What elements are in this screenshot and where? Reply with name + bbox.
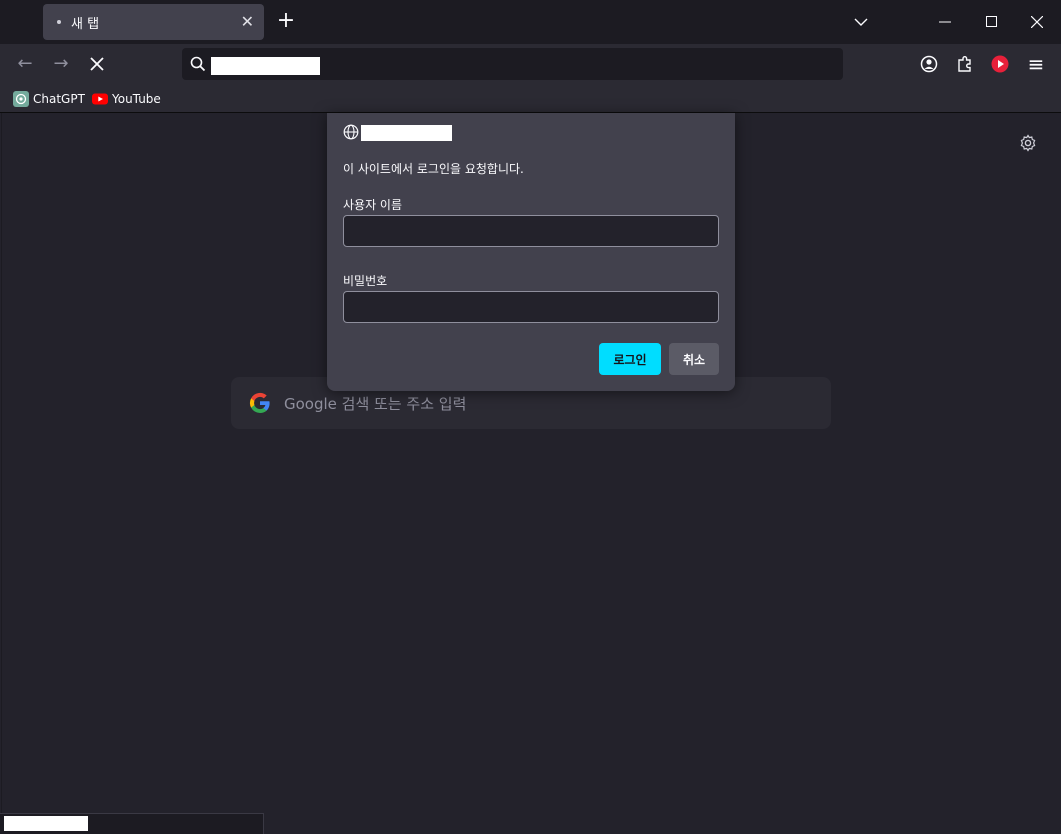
puzzle-icon xyxy=(958,56,971,72)
bookmark-youtube[interactable]: YouTube xyxy=(92,90,161,108)
app-menu-button[interactable]: ≡ xyxy=(1024,52,1048,76)
google-logo-icon xyxy=(249,392,270,414)
extensions-button[interactable] xyxy=(955,54,975,74)
url-text-redacted xyxy=(211,57,320,75)
list-all-tabs-button[interactable] xyxy=(851,12,871,32)
close-icon xyxy=(1030,15,1044,29)
status-text-redacted xyxy=(4,816,88,831)
back-button[interactable]: ← xyxy=(13,52,37,76)
globe-icon xyxy=(343,124,359,140)
tab-title: 새 탭 xyxy=(71,16,100,32)
minimize-icon xyxy=(939,21,951,23)
chatgpt-icon xyxy=(13,91,29,107)
bookmark-label: ChatGPT xyxy=(33,92,85,106)
bookmark-label: YouTube xyxy=(112,92,161,106)
stop-icon xyxy=(90,57,104,71)
dialog-host-redacted xyxy=(361,125,452,141)
dialog-message: 이 사이트에서 로그인을 요청합니다. xyxy=(343,162,524,176)
newtab-settings-button[interactable] xyxy=(1019,134,1039,154)
window-close-button[interactable] xyxy=(1027,12,1047,32)
new-tab-button[interactable]: + xyxy=(276,10,296,34)
search-placeholder: Google 검색 또는 주소 입력 xyxy=(284,394,467,413)
stop-button[interactable] xyxy=(85,52,109,76)
play-extension-icon xyxy=(991,55,1009,73)
extension-player-button[interactable] xyxy=(990,54,1010,74)
password-input[interactable] xyxy=(343,291,719,323)
username-label: 사용자 이름 xyxy=(343,198,403,212)
password-label: 비밀번호 xyxy=(343,274,388,288)
account-icon xyxy=(920,55,938,73)
maximize-icon xyxy=(985,16,997,27)
gear-icon xyxy=(1020,134,1036,152)
login-button[interactable]: 로그인 xyxy=(599,343,661,375)
bookmark-chatgpt[interactable]: ChatGPT xyxy=(13,90,85,108)
username-input[interactable] xyxy=(343,215,719,247)
cancel-button[interactable]: 취소 xyxy=(669,343,719,375)
account-button[interactable] xyxy=(919,54,939,74)
youtube-icon xyxy=(92,93,108,105)
tab-close-icon[interactable]: ✕ xyxy=(241,13,254,31)
forward-button[interactable]: → xyxy=(49,52,73,76)
search-icon xyxy=(190,56,206,72)
tab-loading-dot xyxy=(57,20,61,24)
tab-new-tab[interactable]: 새 탭 ✕ xyxy=(43,4,264,40)
maximize-button[interactable] xyxy=(981,12,1001,32)
chevron-down-icon xyxy=(854,18,868,26)
minimize-button[interactable] xyxy=(935,12,955,32)
